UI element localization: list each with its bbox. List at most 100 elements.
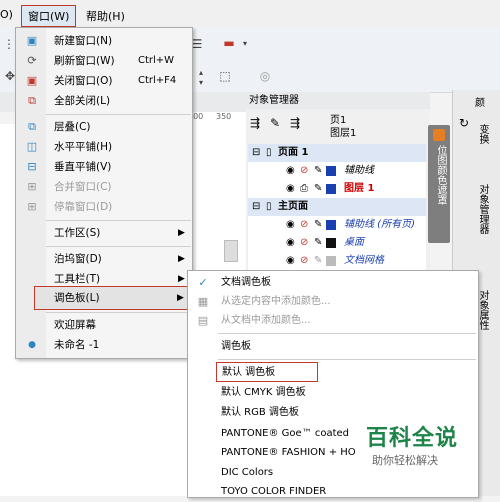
- menu-label: 新建窗口(N): [54, 35, 113, 47]
- scrollbar-thumb[interactable]: [224, 240, 238, 262]
- menu-dock-window[interactable]: ⊞ 停靠窗口(D): [16, 196, 192, 218]
- print-disabled-icon[interactable]: ⊘: [300, 234, 308, 252]
- tree-label: 图层 1: [344, 183, 375, 194]
- print-icon[interactable]: ⎙: [300, 180, 308, 198]
- submenu-label: 调色板: [221, 341, 251, 352]
- close-all-icon: ⧉: [28, 94, 36, 107]
- submenu-toyo[interactable]: TOYO COLOR FINDER: [188, 482, 478, 502]
- submenu-label: 从选定内容中添加颜色...: [221, 296, 331, 307]
- add-from-selection-icon: ▦: [197, 295, 209, 308]
- submenu-palettes[interactable]: 调色板: [188, 337, 478, 357]
- dock-tab-label: 位图颜色遮罩: [435, 145, 446, 205]
- submenu-default-palette[interactable]: 默认 调色板: [216, 362, 318, 382]
- tree-document-grid[interactable]: ◉ ⊘ ✎ 文档网格: [248, 252, 426, 270]
- menu-separator: [46, 220, 191, 221]
- menu-color-palettes[interactable]: 调色板(L) ▶: [34, 286, 188, 310]
- menu-tile-vertical[interactable]: ⊟ 垂直平铺(V): [16, 156, 192, 178]
- tree-guides-all-pages[interactable]: ◉ ⊘ ✎ 辅助线 (所有页): [248, 216, 426, 234]
- layer-color-swatch: [326, 256, 336, 266]
- submenu-label: PANTONE® FASHION + HO: [221, 447, 356, 458]
- menu-label: 调色板(L): [54, 292, 100, 304]
- tree-master-page[interactable]: ⊟ ▯ 主页面: [248, 198, 426, 216]
- collapse-icon[interactable]: ⊟: [252, 144, 260, 162]
- close-window-icon: ▣: [26, 74, 38, 87]
- page-icon: ▯: [266, 201, 272, 212]
- eye-icon[interactable]: ◉: [286, 234, 295, 252]
- circle-icon[interactable]: ◎: [258, 69, 272, 83]
- submenu-label: DIC Colors: [221, 467, 274, 478]
- collapse-icon[interactable]: ⊟: [252, 198, 260, 216]
- print-disabled-icon[interactable]: ⊘: [300, 162, 308, 180]
- eye-icon[interactable]: ◉: [286, 162, 295, 180]
- layer-manager-icon[interactable]: ⇶: [290, 116, 300, 130]
- pencil-icon[interactable]: ✎: [314, 180, 322, 198]
- submenu-document-palette[interactable]: ✓ 文档调色板: [188, 273, 478, 293]
- tile-horizontal-icon: ◫: [26, 140, 38, 153]
- layer-color-swatch: [326, 220, 336, 230]
- pencil-icon[interactable]: ✎: [314, 252, 322, 270]
- crop-icon[interactable]: ⬚: [218, 69, 232, 83]
- watermark: 百科全说 助你轻松解决: [360, 420, 480, 470]
- menu-tile-horizontal[interactable]: ◫ 水平平铺(H): [16, 136, 192, 158]
- bitmap-color-mask-tab[interactable]: 位图颜色遮罩: [428, 125, 450, 243]
- submenu-separator: [218, 359, 476, 360]
- menu-item-window[interactable]: 窗口(W): [21, 5, 77, 27]
- menu-welcome-screen[interactable]: 欢迎屏幕: [16, 314, 192, 336]
- menu-close-all[interactable]: ⧉ 全部关闭(L): [16, 90, 192, 112]
- menu-separator: [46, 114, 191, 115]
- tab-object-manager[interactable]: 对象管理器: [475, 184, 490, 234]
- tab-transform[interactable]: 变换: [475, 124, 490, 144]
- eye-icon[interactable]: ◉: [286, 180, 295, 198]
- menu-new-window[interactable]: ▣ 新建窗口(N): [16, 30, 192, 52]
- menu-dockers[interactable]: 泊坞窗(D) ▶: [16, 248, 192, 270]
- print-disabled-icon[interactable]: ⊘: [300, 252, 308, 270]
- watermark-subtitle: 助你轻松解决: [372, 454, 438, 467]
- tree-label: 辅助线: [344, 165, 374, 176]
- object-manager-title: 对象管理器: [246, 92, 430, 109]
- menu-workspace[interactable]: 工作区(S) ▶: [16, 222, 192, 244]
- menu-item-prev-fragment[interactable]: O): [0, 8, 13, 21]
- pencil-icon[interactable]: ✎: [314, 162, 322, 180]
- tree-page-1[interactable]: ⊟ ▯ 页面 1: [248, 144, 426, 162]
- dock-window-icon: ⊞: [27, 200, 37, 213]
- menu-separator: [46, 312, 191, 313]
- transform-icon[interactable]: ↻: [459, 116, 469, 130]
- nudge-down-icon[interactable]: ▾: [194, 76, 208, 90]
- window-menu: ▣ 新建窗口(N) ⟳ 刷新窗口(W) Ctrl+W ▣ 关闭窗口(O) Ctr…: [15, 27, 193, 359]
- menu-close-window[interactable]: ▣ 关闭窗口(O) Ctrl+F4: [16, 70, 192, 92]
- launch-dropdown-icon[interactable]: ▾: [238, 37, 252, 51]
- page-icon: ▯: [266, 147, 272, 158]
- pencil-icon[interactable]: ✎: [314, 216, 322, 234]
- submenu-default-cmyk[interactable]: 默认 CMYK 调色板: [188, 383, 478, 403]
- menu-label: 未命名 -1: [54, 339, 100, 351]
- layer-options-icon[interactable]: ⇶: [250, 116, 260, 130]
- radio-dot-icon: ●: [28, 340, 36, 350]
- object-manager-panel: 对象管理器 ⇶ ✎ ⇶ 页1 图层1 ⊟ ▯ 页面 1 ◉ ⊘ ✎ 辅助线 ◉ …: [246, 92, 430, 274]
- print-disabled-icon[interactable]: ⊘: [300, 216, 308, 234]
- tree-layer-1[interactable]: ◉ ⎙ ✎ 图层 1: [248, 180, 426, 198]
- submenu-add-from-selection[interactable]: ▦ 从选定内容中添加颜色...: [188, 292, 478, 312]
- tree-guides[interactable]: ◉ ⊘ ✎ 辅助线: [248, 162, 426, 180]
- edit-layers-icon[interactable]: ✎: [270, 116, 280, 130]
- submenu-add-from-document[interactable]: ▤ 从文档中添加颜色...: [188, 311, 478, 331]
- menu-untitled-1[interactable]: ● 未命名 -1: [16, 334, 192, 356]
- submenu-label: TOYO COLOR FINDER: [221, 486, 327, 497]
- pencil-icon[interactable]: ✎: [314, 234, 322, 252]
- menu-shortcut: Ctrl+W: [138, 55, 175, 66]
- add-from-document-icon: ▤: [197, 314, 209, 327]
- combine-window-icon: ⊞: [27, 180, 37, 193]
- eye-icon[interactable]: ◉: [286, 216, 295, 234]
- menu-refresh-window[interactable]: ⟳ 刷新窗口(W) Ctrl+W: [16, 50, 192, 72]
- submenu-label: 默认 CMYK 调色板: [221, 387, 306, 398]
- tile-vertical-icon: ⊟: [27, 160, 37, 173]
- eye-icon[interactable]: ◉: [286, 252, 295, 270]
- submenu-arrow-icon: ▶: [177, 293, 184, 303]
- menu-cascade[interactable]: ⧉ 层叠(C): [16, 116, 192, 138]
- menu-combine-window[interactable]: ⊞ 合并窗口(C): [16, 176, 192, 198]
- launch-icon[interactable]: ▬: [222, 36, 236, 50]
- ruler-tick-label: 350: [216, 112, 232, 121]
- submenu-label: 文档调色板: [221, 277, 271, 288]
- menu-item-help[interactable]: 帮助(H): [86, 8, 125, 24]
- tree-desktop[interactable]: ◉ ⊘ ✎ 桌面: [248, 234, 426, 252]
- menu-label: 层叠(C): [54, 121, 91, 133]
